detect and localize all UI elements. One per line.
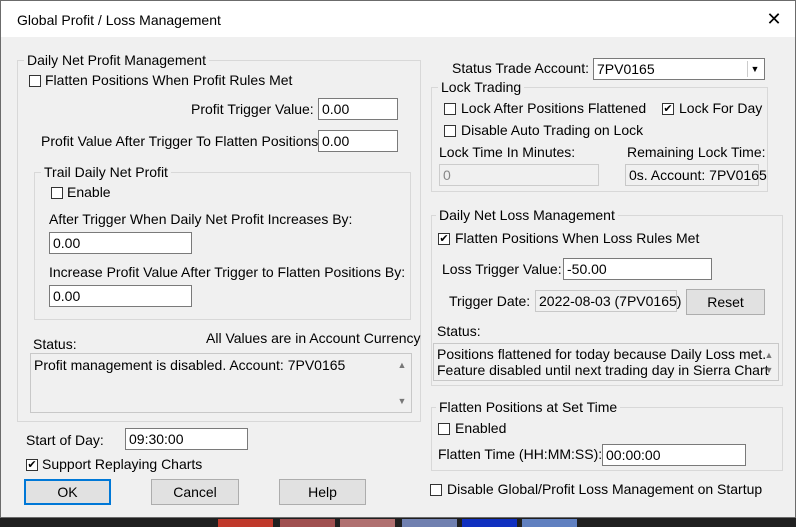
loss-status-line2: Feature disabled until next trading day …: [437, 362, 769, 378]
loss-trigger-input[interactable]: -50.00: [563, 258, 712, 280]
background-marker: [340, 519, 395, 527]
ok-button[interactable]: OK: [24, 479, 111, 505]
scroll-up-icon[interactable]: ▲: [394, 357, 410, 373]
background-marker: [218, 519, 273, 527]
trail-enable-label: Enable: [67, 184, 111, 200]
background-marker: [280, 519, 335, 527]
lock-after-checkbox[interactable]: [444, 103, 456, 115]
background-chart-strip: [0, 518, 796, 527]
close-icon[interactable]: ✕: [761, 7, 787, 31]
loss-flatten-checkbox[interactable]: ✔: [438, 233, 450, 245]
status-trade-account-select[interactable]: 7PV0165 ▼: [593, 58, 765, 80]
flatten-time-enabled-checkbox[interactable]: [438, 423, 450, 435]
loss-trigger-label: Loss Trigger Value:: [442, 261, 562, 277]
status-trade-account-value: 7PV0165: [597, 61, 655, 77]
trail-increase-input[interactable]: 0.00: [49, 232, 192, 254]
loss-status-text: Positions flattened for today because Da…: [433, 343, 779, 381]
profit-status-label: Status:: [33, 336, 77, 352]
trail-increase-label: After Trigger When Daily Net Profit Incr…: [49, 211, 353, 227]
background-marker: [462, 519, 517, 527]
replay-checkbox[interactable]: ✔: [26, 459, 38, 471]
help-button[interactable]: Help: [279, 479, 366, 505]
profit-group-title: Daily Net Profit Management: [24, 52, 209, 68]
profit-loss-dialog: Global Profit / Loss Management ✕ Daily …: [0, 0, 796, 518]
scroll-down-icon[interactable]: ▼: [761, 362, 777, 378]
trail-enable-checkbox[interactable]: [51, 187, 63, 199]
disable-auto-checkbox[interactable]: [444, 125, 456, 137]
loss-status-line1: Positions flattened for today because Da…: [437, 346, 767, 362]
background-marker: [402, 519, 457, 527]
lock-day-label: Lock For Day: [679, 100, 763, 116]
dialog-title: Global Profit / Loss Management: [17, 12, 221, 28]
profit-flatten-label: Flatten Positions When Profit Rules Met: [45, 72, 293, 88]
lock-time-label: Lock Time In Minutes:: [439, 144, 576, 160]
flatten-time-enabled-label: Enabled: [455, 420, 507, 436]
title-bar: Global Profit / Loss Management ✕: [1, 1, 795, 37]
remaining-lock-label: Remaining Lock Time:: [627, 144, 766, 160]
trail-increase-after-label: Increase Profit Value After Trigger to F…: [49, 264, 406, 280]
loss-status-scrollbar[interactable]: ▲ ▼: [761, 345, 777, 379]
start-of-day-label: Start of Day:: [26, 432, 104, 448]
profit-status-text: Profit management is disabled. Account: …: [30, 353, 412, 413]
trigger-date-value: 2022-08-03 (7PV0165): [535, 290, 681, 312]
trigger-date-label: Trigger Date:: [449, 293, 531, 309]
replay-label: Support Replaying Charts: [42, 456, 203, 472]
scroll-up-icon[interactable]: ▲: [761, 347, 777, 363]
loss-status-label: Status:: [437, 323, 481, 339]
profit-after-input[interactable]: 0.00: [318, 130, 398, 152]
currency-note: All Values are in Account Currency: [206, 330, 421, 346]
trail-group-title: Trail Daily Net Profit: [41, 164, 171, 180]
profit-flatten-checkbox[interactable]: [29, 75, 41, 87]
lock-time-input[interactable]: 0: [439, 164, 599, 186]
status-trade-account-label: Status Trade Account:: [452, 60, 589, 76]
loss-flatten-label: Flatten Positions When Loss Rules Met: [455, 230, 700, 246]
lock-group-title: Lock Trading: [438, 79, 525, 95]
flatten-time-label: Flatten Time (HH:MM:SS):: [438, 446, 603, 462]
profit-status-scrollbar[interactable]: ▲ ▼: [394, 355, 410, 411]
disable-auto-label: Disable Auto Trading on Lock: [461, 122, 644, 138]
profit-trigger-input[interactable]: 0.00: [318, 98, 398, 120]
profit-after-label: Profit Value After Trigger To Flatten Po…: [41, 133, 323, 149]
background-marker: [522, 519, 577, 527]
cancel-button[interactable]: Cancel: [151, 479, 239, 505]
trail-increase-after-input[interactable]: 0.00: [49, 285, 192, 307]
profit-trigger-label: Profit Trigger Value:: [191, 101, 314, 117]
profit-status-message: Profit management is disabled. Account: …: [34, 357, 346, 373]
chevron-down-icon[interactable]: ▼: [747, 61, 762, 77]
loss-group-title: Daily Net Loss Management: [436, 207, 618, 223]
start-of-day-input[interactable]: 09:30:00: [125, 428, 248, 450]
lock-after-label: Lock After Positions Flattened: [461, 100, 647, 116]
disable-startup-label: Disable Global/Profit Loss Management on…: [447, 481, 763, 497]
flatten-time-group-title: Flatten Positions at Set Time: [436, 399, 621, 415]
flatten-time-input[interactable]: 00:00:00: [602, 444, 746, 466]
remaining-lock-value: 0s. Account: 7PV0165: [625, 164, 767, 186]
reset-button[interactable]: Reset: [686, 289, 765, 315]
disable-startup-checkbox[interactable]: [430, 484, 442, 496]
lock-day-checkbox[interactable]: ✔: [662, 103, 674, 115]
scroll-down-icon[interactable]: ▼: [394, 393, 410, 409]
